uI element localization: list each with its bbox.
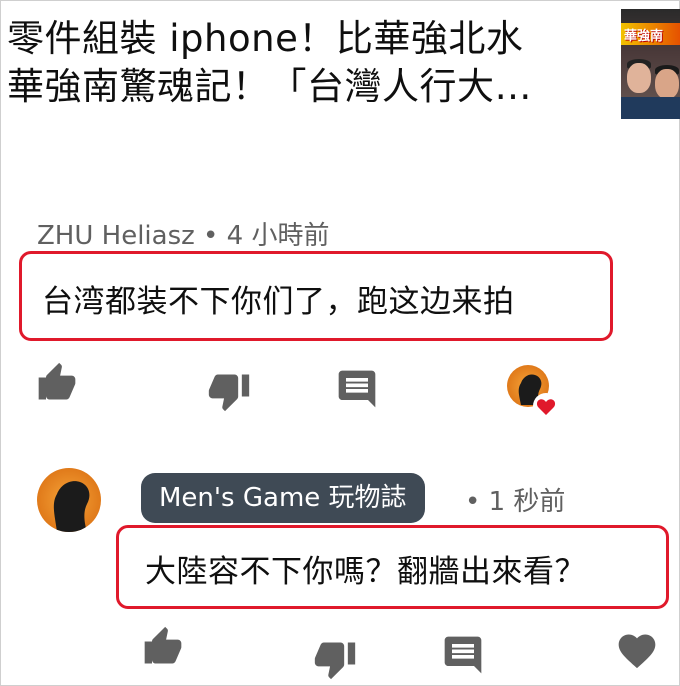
comment-2-time: 1 秒前 [488, 487, 566, 517]
heart-icon [533, 393, 559, 419]
video-title-line-1: 零件組裝 iphone！比華強北水 [7, 17, 524, 60]
thumbs-down-icon [314, 642, 356, 680]
thumbnail-person-2 [655, 69, 679, 99]
video-title[interactable]: 零件組裝 iphone！比華強北水 華強南驚魂記！「台灣人行大… [7, 15, 597, 111]
avatar-silhouette [53, 481, 90, 532]
comment-icon [338, 370, 376, 408]
comment-2-meta: • 1 秒前 [465, 481, 565, 518]
comment-2-author-pill[interactable]: Men's Game 玩物誌 [141, 473, 425, 523]
comment-2-dislike-button[interactable] [313, 637, 357, 681]
thumbs-up-icon [144, 626, 182, 664]
comment-2-like-button[interactable] [141, 625, 185, 669]
comment-2-reply-button[interactable] [441, 633, 485, 677]
thumbs-up-icon [38, 362, 76, 400]
comment-1-author[interactable]: ZHU Heliasz [37, 221, 195, 251]
video-thumbnail[interactable]: 華強南 [621, 9, 680, 119]
comment-1-reply-button[interactable] [335, 367, 379, 411]
comment-1-highlight: 台湾都装不下你们了，跑这边来拍 [19, 251, 613, 341]
comment-2-avatar[interactable] [37, 468, 101, 532]
comment-1-like-button[interactable] [35, 361, 79, 405]
comment-2-heart-button[interactable] [615, 629, 659, 673]
comment-1-text: 台湾都装不下你们了，跑这边来拍 [42, 284, 515, 320]
creator-heart-badge [532, 392, 560, 420]
comment-1-dislike-button[interactable] [207, 369, 251, 413]
comment-2-text: 大陸容不下你嗎？翻牆出來看？ [145, 554, 586, 590]
thumbnail-bodies [621, 97, 680, 119]
comment-1-time: 4 小時前 [226, 221, 330, 251]
comment-2-author: Men's Game 玩物誌 [159, 483, 407, 513]
video-title-line-2: 華強南驚魂記！「台灣人行大… [7, 65, 532, 108]
comment-icon [444, 636, 482, 674]
screenshot-frame: 零件組裝 iphone！比華強北水 華強南驚魂記！「台灣人行大… 華強南 ZHU… [0, 0, 680, 686]
comment-2-highlight: 大陸容不下你嗎？翻牆出來看？ [116, 525, 669, 609]
thumbnail-text: 華強南 [624, 29, 664, 44]
comment-2-separator: • [465, 487, 481, 517]
comment-1-meta: ZHU Heliasz • 4 小時前 [37, 215, 329, 252]
thumbnail-person-1 [627, 63, 651, 93]
comment-1-separator: • [203, 221, 219, 251]
heart-icon [618, 634, 656, 669]
thumbs-down-icon [208, 374, 250, 412]
